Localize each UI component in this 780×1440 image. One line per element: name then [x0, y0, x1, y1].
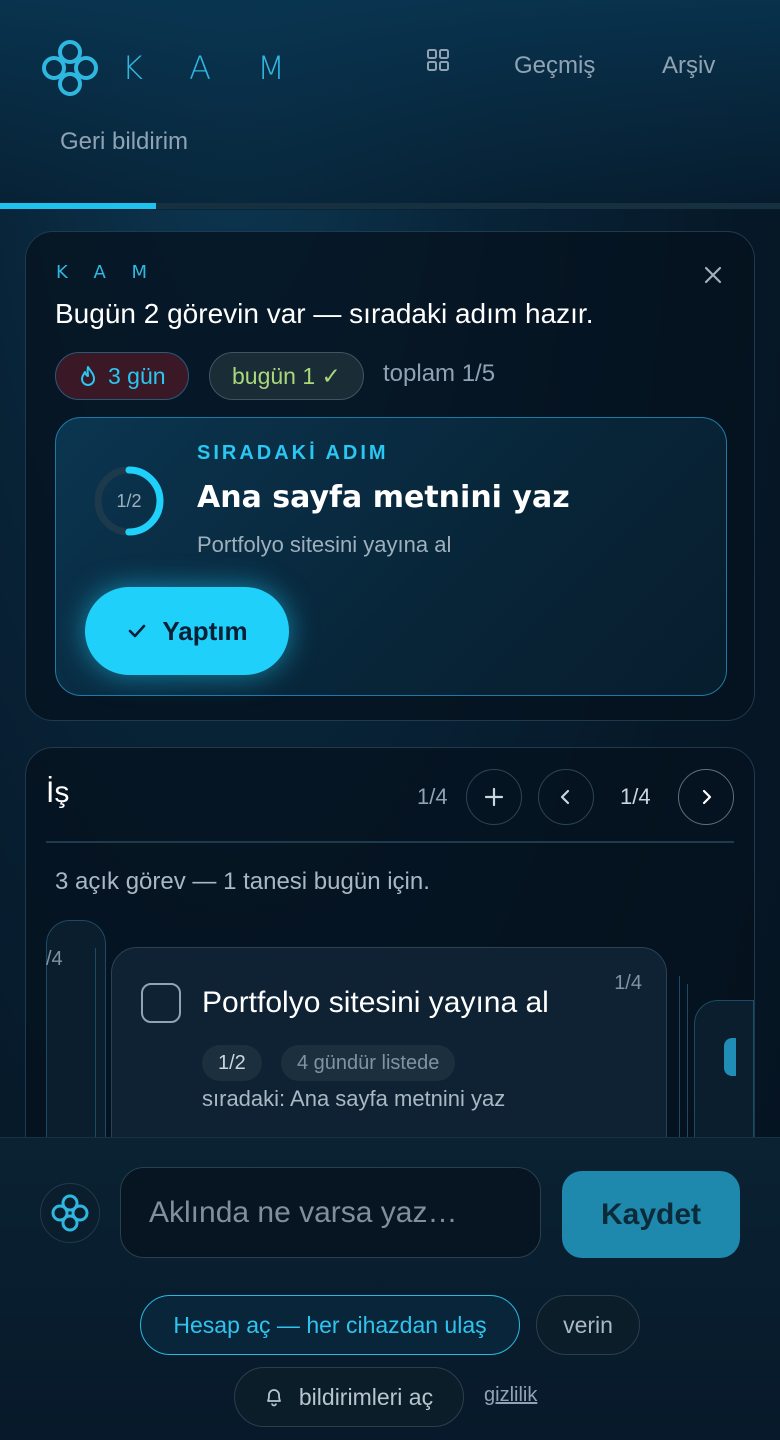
divider	[46, 841, 734, 843]
done-button-label: Yaptım	[162, 615, 248, 646]
streak-label: 3 gün	[108, 362, 166, 389]
save-button-label: Kaydet	[600, 1197, 702, 1231]
task-card[interactable]: Portfolyo sitesini yayına al 1/4 1/2 4 g…	[111, 947, 667, 1166]
task-checkbox[interactable]	[141, 983, 181, 1023]
today-headline: Bugün 2 görevin var — sıradaki adım hazı…	[55, 298, 594, 329]
card-stack-edge	[86, 948, 96, 1166]
grid-icon[interactable]	[426, 48, 450, 72]
card-brand: K A M	[56, 262, 158, 283]
task-fraction: 1/4	[614, 972, 642, 994]
next-step-project: Portfolyo sitesini yayına al	[197, 532, 452, 557]
check-icon	[129, 624, 146, 638]
next-step-title: Ana sayfa metnini yaz	[197, 480, 570, 515]
add-task-button[interactable]	[466, 769, 522, 825]
nav-history-link[interactable]: Geçmiş	[514, 52, 595, 80]
task-age-tag: 4 gündür listede	[281, 1045, 456, 1081]
work-count: 1/4	[417, 784, 448, 809]
page-indicator: 1/4	[620, 784, 651, 809]
page-progress-bar	[0, 203, 780, 209]
today-done-label: bugün 1 ✓	[232, 362, 341, 389]
next-page-button[interactable]	[678, 769, 734, 825]
flame-icon	[81, 366, 95, 386]
next-task-accent	[724, 1038, 736, 1076]
enable-notifications-button[interactable]: bildirimleri aç	[234, 1367, 464, 1427]
create-account-button[interactable]: Hesap aç — her cihazdan ulaş	[140, 1295, 520, 1355]
plus-icon	[484, 787, 504, 807]
prev-page-button[interactable]	[538, 769, 594, 825]
next-step-panel: 1/2 SIRADAKİ ADIM Ana sayfa metnini yaz …	[55, 417, 727, 696]
task-title: Portfolyo sitesini yayına al	[202, 986, 549, 1019]
bell-icon	[266, 1389, 281, 1407]
step-progress-ring: 1/2	[94, 466, 164, 536]
nav-archive-link[interactable]: Arşiv	[662, 52, 715, 80]
create-account-label: Hesap aç — her cihazdan ulaş	[173, 1311, 487, 1338]
knot-logo-icon	[51, 1194, 89, 1232]
done-button[interactable]: Yaptım	[85, 587, 289, 675]
nav-feedback-link[interactable]: Geri bildirim	[60, 128, 188, 156]
knot-logo-icon	[42, 40, 98, 96]
app-header: K A M Geçmiş Arşiv Geri bildirim	[0, 0, 780, 210]
streak-badge[interactable]: 3 gün	[55, 352, 189, 400]
data-button-label: verin	[563, 1311, 613, 1338]
today-card: K A M Bugün 2 görevin var — sıradaki adı…	[25, 231, 755, 721]
close-icon[interactable]	[700, 262, 726, 288]
privacy-link[interactable]: gizlilik	[484, 1384, 537, 1407]
page-progress-fill	[0, 203, 156, 209]
today-done-badge[interactable]: bugün 1 ✓	[209, 352, 364, 400]
compose-input[interactable]	[120, 1167, 541, 1258]
work-summary: 3 açık görev — 1 tanesi bugün için.	[55, 868, 430, 895]
data-button[interactable]: verin	[536, 1295, 640, 1355]
enable-notifications-label: bildirimleri aç	[298, 1383, 434, 1410]
brand-wordmark: K A M	[122, 49, 303, 87]
chevron-left-icon	[560, 789, 570, 805]
next-step-kicker: SIRADAKİ ADIM	[197, 442, 389, 464]
composer-avatar[interactable]	[40, 1183, 100, 1243]
task-step-tag: 1/2	[202, 1045, 262, 1081]
work-title: İş	[46, 776, 70, 809]
prev-task-fraction: /4	[46, 948, 63, 970]
total-progress-text: toplam 1/5	[383, 360, 496, 387]
save-button[interactable]: Kaydet	[562, 1171, 740, 1258]
chevron-right-icon	[702, 789, 712, 805]
task-next-step: sıradaki: Ana sayfa metnini yaz	[202, 1086, 506, 1111]
step-progress-label: 1/2	[116, 491, 141, 511]
work-card: İş 1/4 1/4 3 açık görev — 1 tanesi bugün…	[25, 747, 755, 1167]
composer-bar: Kaydet Hesap aç — her cihazdan ulaş veri…	[0, 1137, 780, 1440]
brand-logo[interactable]: K A M	[40, 38, 303, 98]
